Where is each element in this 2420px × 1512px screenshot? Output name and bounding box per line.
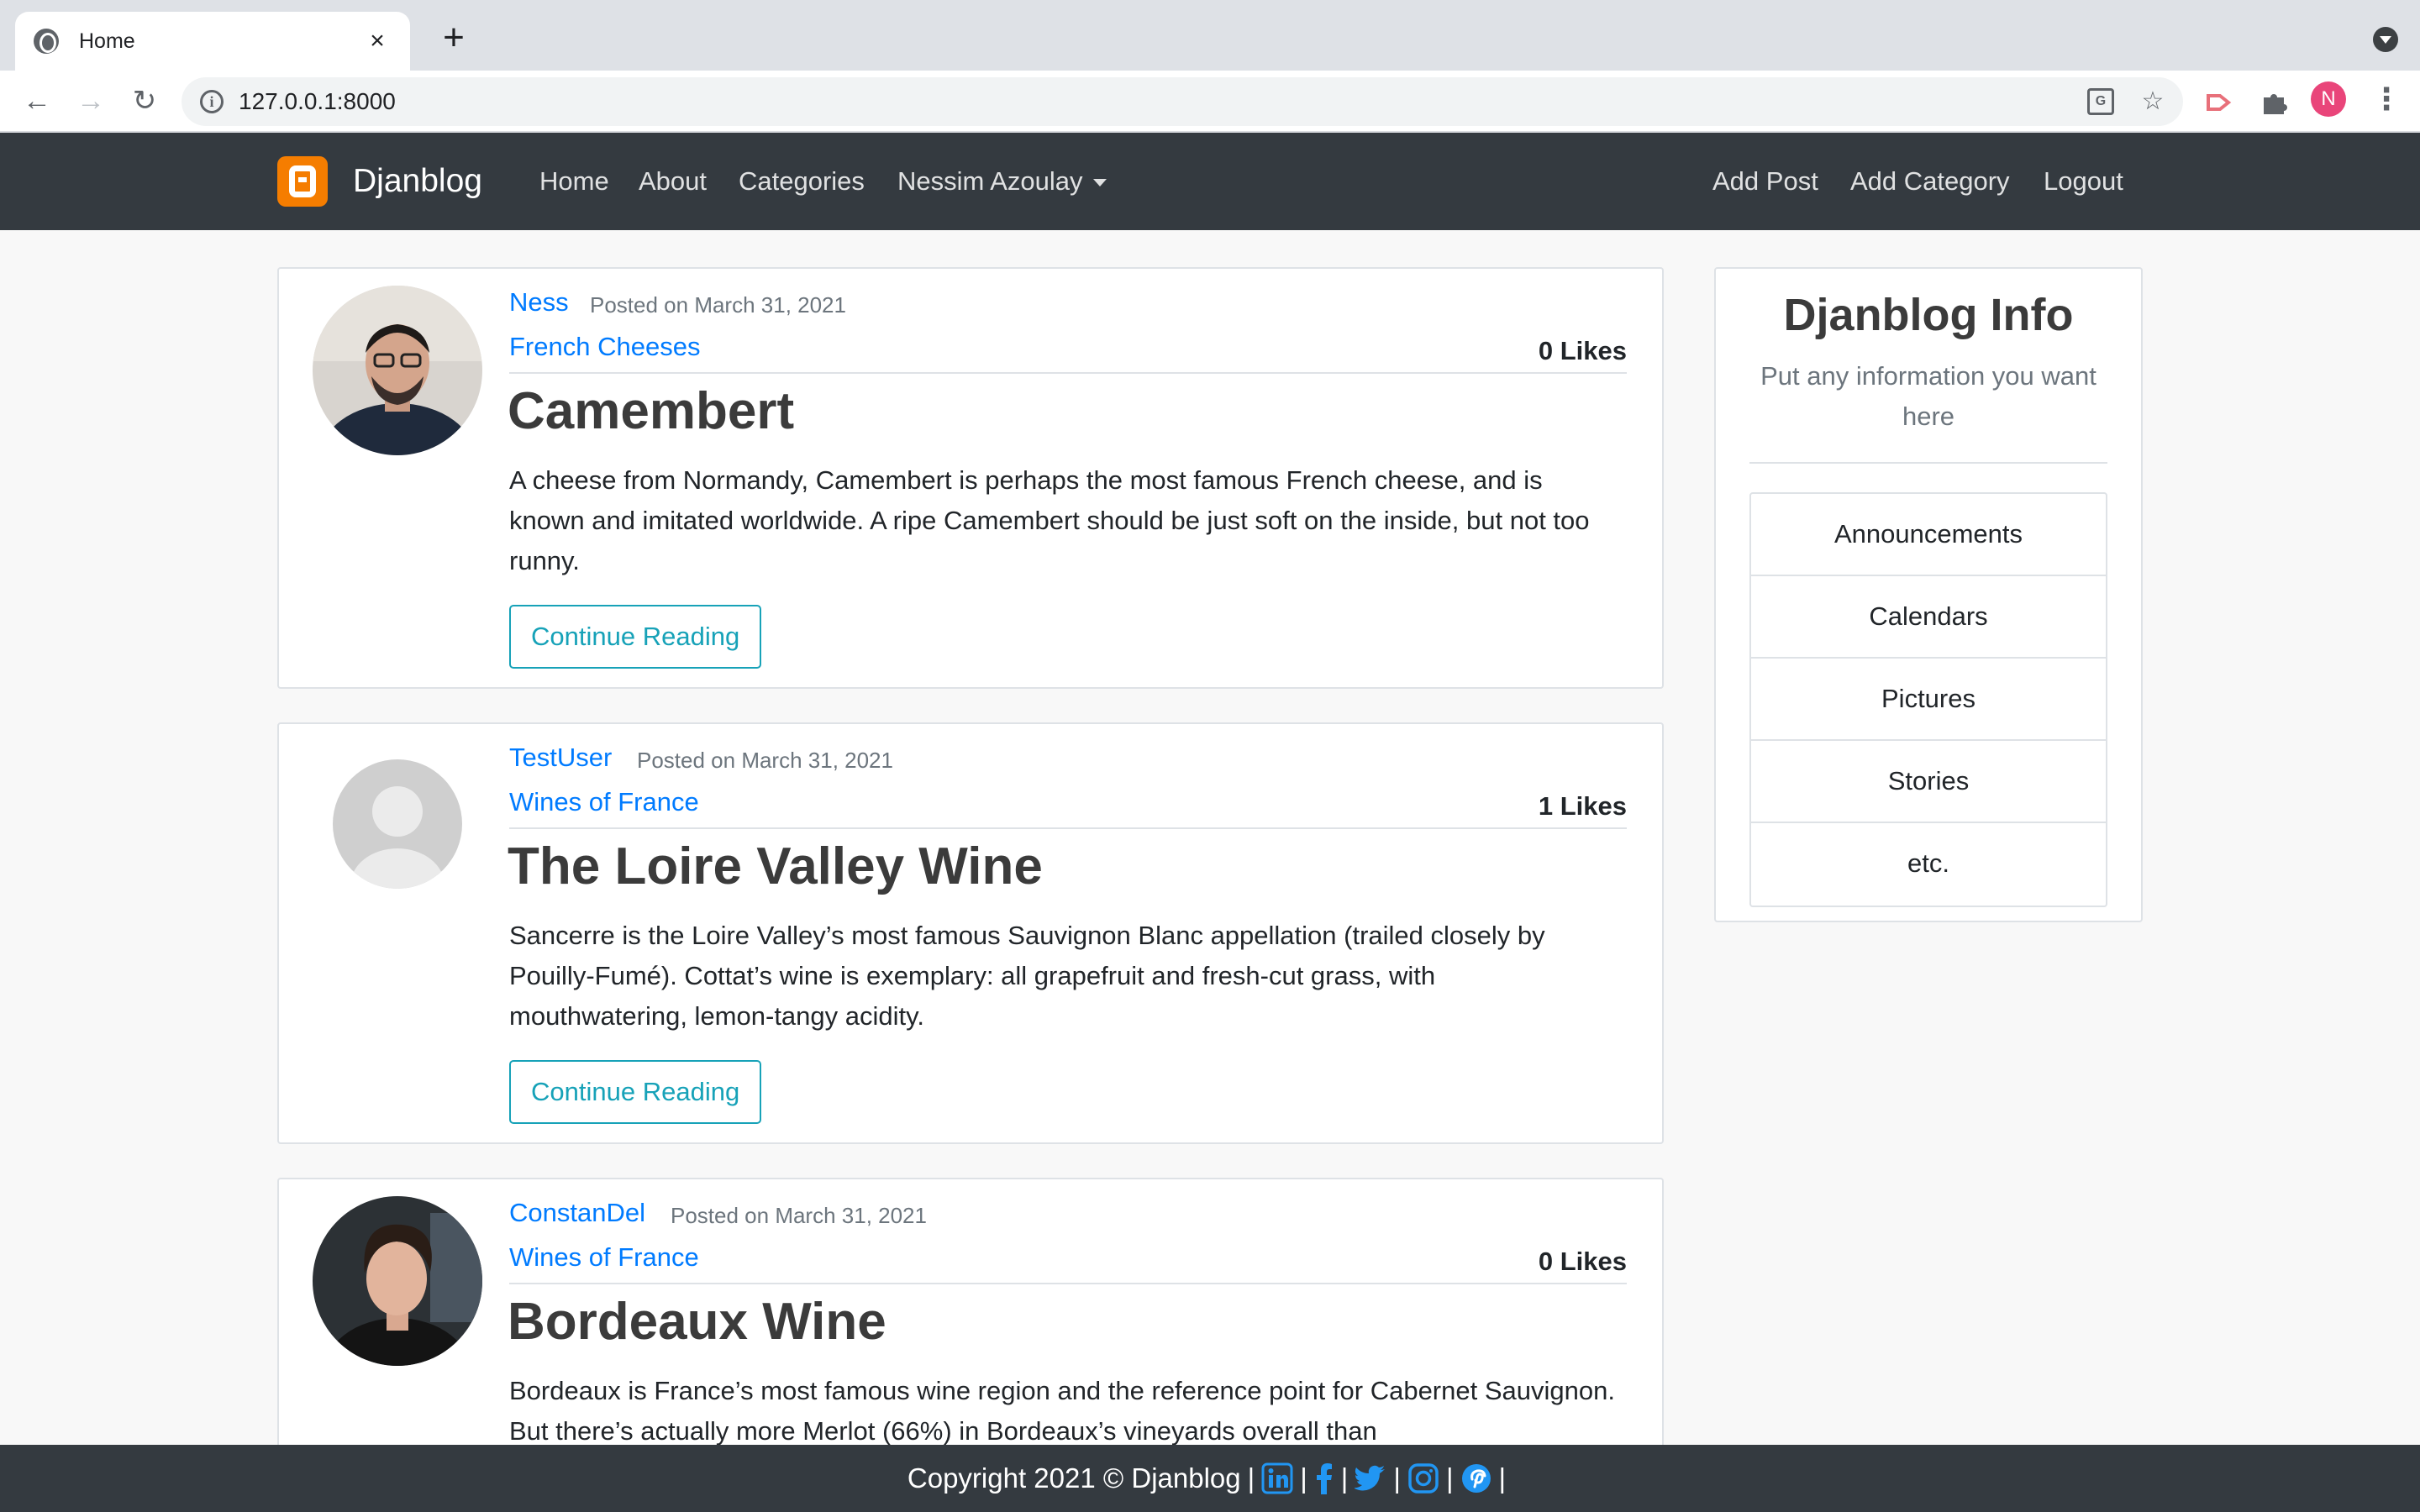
facebook-icon[interactable] [1314,1462,1334,1494]
sidebar-divider [1749,462,2107,464]
nav-link-categories[interactable]: Categories [739,166,865,197]
sidebar-item-etc[interactable]: etc. [1751,823,2106,906]
continue-reading-button[interactable]: Continue Reading [509,1060,762,1124]
blogger-logo-icon[interactable] [277,156,328,207]
nav-link-add-post[interactable]: Add Post [1712,166,1818,197]
nav-link-add-category[interactable]: Add Category [1850,166,2010,197]
post-author-link[interactable]: TestUser [509,743,612,773]
continue-reading-button[interactable]: Continue Reading [509,605,762,669]
user-dropdown[interactable]: Nessim Azoulay [897,166,1107,197]
extension-cast-icon[interactable] [2205,87,2235,118]
sidebar-item-calendars[interactable]: Calendars [1751,576,2106,659]
sidebar-subtitle: Put any information you want here [1760,361,2096,431]
globe-icon [34,29,59,54]
bookmark-star-icon[interactable]: ☆ [2139,88,2166,115]
post-title[interactable]: Camembert [508,381,794,441]
site-navbar: Djanblog Home About Categories Nessim Az… [0,133,2420,230]
nav-link-home[interactable]: Home [539,166,609,197]
post-divider [509,1283,1627,1284]
brand-name[interactable]: Djanblog [353,163,482,200]
post-likes-count: 0 Likes [1538,1247,1627,1276]
nav-link-about[interactable]: About [639,166,707,197]
post-author-link[interactable]: ConstanDel [509,1198,645,1228]
nav-link-logout[interactable]: Logout [2044,166,2123,197]
footer-separator: | [1393,1462,1401,1494]
new-tab-button[interactable]: + [437,19,471,56]
forward-button[interactable]: → [72,82,109,119]
post-likes-count: 0 Likes [1538,336,1627,365]
back-button[interactable]: ← [18,82,55,119]
post-card: TestUser Posted on March 31, 2021 Wines … [277,722,1664,1144]
extensions-puzzle-icon[interactable] [2259,87,2289,118]
caret-down-icon [1092,179,1107,187]
profile-avatar[interactable]: N [2311,81,2346,117]
sidebar-title: Djanblog Info [1783,290,2074,340]
footer-separator: | [1445,1462,1454,1494]
post-category-link[interactable]: Wines of France [509,1242,699,1273]
default-avatar[interactable] [333,759,462,889]
post-date: Posted on March 31, 2021 [671,1203,927,1228]
sidebar-item-pictures[interactable]: Pictures [1751,659,2106,741]
post-divider [509,827,1627,829]
user-dropdown-label: Nessim Azoulay [897,166,1083,196]
footer-separator: | [1247,1462,1255,1494]
browser-menu-icon[interactable]: ⋮ [2371,81,2402,118]
author-avatar[interactable] [313,1196,482,1366]
browser-tab-home[interactable]: Home × [15,12,410,71]
post-title[interactable]: The Loire Valley Wine [508,837,1043,896]
pinterest-icon[interactable] [1460,1462,1492,1494]
post-card: Ness Posted on March 31, 2021 French Che… [277,267,1664,689]
reload-button[interactable]: ↻ [126,82,163,119]
sidebar-item-announcements[interactable]: Announcements [1751,494,2106,576]
post-date: Posted on March 31, 2021 [590,292,846,318]
footer-copyright: Copyright 2021 © Djanblog [907,1462,1241,1494]
sidebar-item-stories[interactable]: Stories [1751,741,2106,823]
post-category-link[interactable]: Wines of France [509,787,699,817]
address-bar[interactable]: i 127.0.0.1:8000 G ☆ [182,77,2183,126]
close-tab-icon[interactable]: × [363,27,392,55]
post-author-link[interactable]: Ness [509,287,569,318]
footer-separator: | [1498,1462,1507,1494]
post-excerpt: A cheese from Normandy, Camembert is per… [509,465,1590,575]
post-excerpt: Sancerre is the Loire Valley’s most famo… [509,921,1545,1031]
linkedin-icon[interactable] [1261,1462,1293,1494]
post-category-link[interactable]: French Cheeses [509,332,700,362]
instagram-icon[interactable] [1407,1462,1439,1494]
info-sidebar: Djanblog Info Put any information you wa… [1714,267,2143,922]
sidebar-list: Announcements Calendars Pictures Stories… [1749,492,2107,907]
site-footer: Copyright 2021 © Djanblog | | | | | | [0,1445,2420,1512]
tab-title: Home [79,29,135,53]
browser-tabstrip: Home × + [0,0,2420,71]
footer-separator: | [1300,1462,1307,1494]
twitter-icon[interactable] [1353,1462,1386,1494]
url-text[interactable]: 127.0.0.1:8000 [239,88,396,115]
footer-separator: | [1340,1462,1349,1494]
translate-icon[interactable]: G [2087,88,2114,115]
post-title[interactable]: Bordeaux Wine [508,1292,886,1352]
post-divider [509,372,1627,374]
author-avatar[interactable] [313,286,482,455]
tab-search-icon[interactable] [2373,27,2398,52]
browser-toolbar: ← → ↻ i 127.0.0.1:8000 G ☆ [0,71,2420,133]
post-date: Posted on March 31, 2021 [637,748,893,773]
site-info-icon[interactable]: i [200,90,224,113]
post-likes-count: 1 Likes [1538,791,1627,821]
post-excerpt: Bordeaux is France’s most famous wine re… [509,1376,1615,1446]
